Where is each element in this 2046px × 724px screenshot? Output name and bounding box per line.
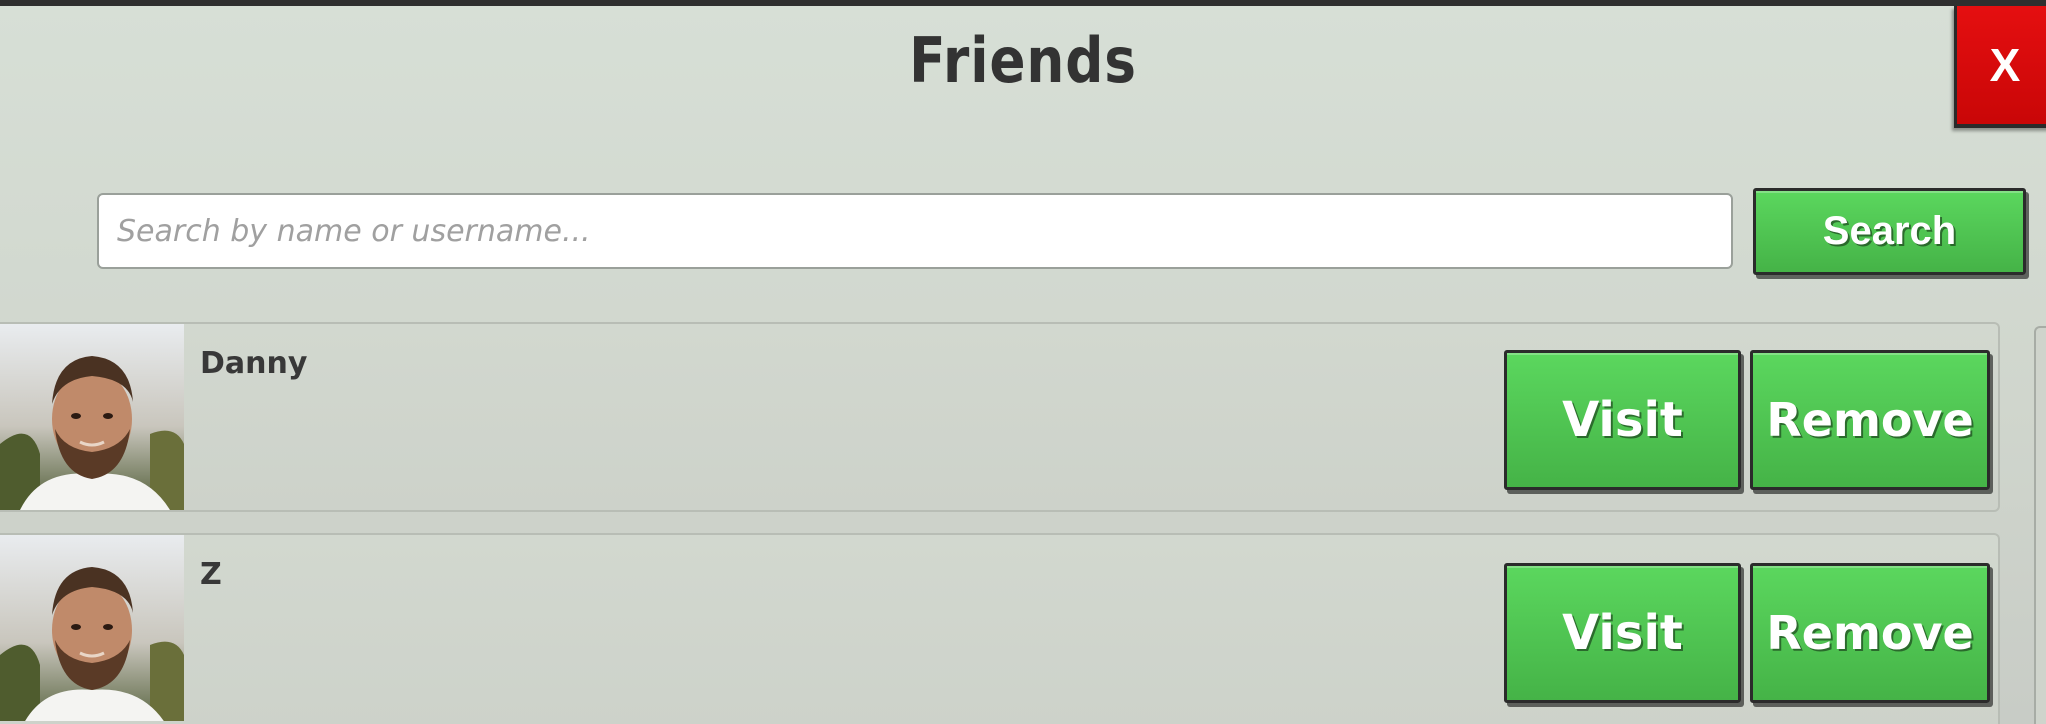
remove-button[interactable]: Remove — [1750, 350, 1990, 490]
remove-button[interactable]: Remove — [1750, 563, 1990, 703]
avatar-photo-icon — [0, 324, 184, 510]
visit-button[interactable]: Visit — [1504, 563, 1741, 703]
friends-panel: Friends X Search by name or username... … — [0, 6, 2046, 724]
visit-button[interactable]: Visit — [1504, 350, 1741, 490]
avatar — [0, 535, 184, 721]
search-button[interactable]: Search — [1753, 188, 2026, 275]
close-button[interactable]: X — [1954, 6, 2046, 128]
avatar-photo-icon — [0, 535, 184, 721]
search-input[interactable] — [97, 193, 1733, 269]
friend-name: Danny — [200, 346, 308, 381]
friend-row: Danny Visit Remove — [0, 322, 2000, 512]
friend-row: Z Visit Remove — [0, 533, 2000, 724]
page-title: Friends — [909, 24, 1137, 97]
friend-name: Z — [200, 557, 222, 592]
avatar — [0, 324, 184, 510]
scrollbar[interactable] — [2034, 326, 2046, 724]
